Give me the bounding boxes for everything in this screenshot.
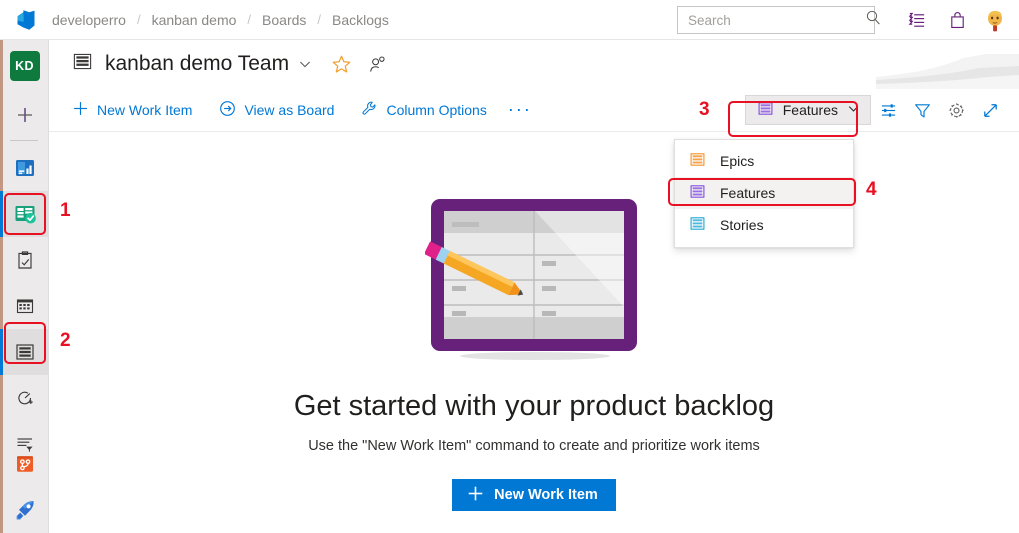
work-items-list-icon[interactable]	[897, 0, 937, 40]
boards-icon	[15, 206, 36, 224]
rail-add-button[interactable]	[0, 92, 49, 138]
arrow-circle-right-icon	[219, 100, 236, 120]
rail-bottom-group	[0, 441, 49, 533]
sidebar-item-pipelines[interactable]	[0, 487, 49, 533]
column-options-label: Column Options	[386, 101, 487, 118]
app-root: developerro / kanban demo / Boards / Bac…	[0, 0, 1019, 533]
backlog-levels-icon	[757, 100, 774, 120]
empty-state-subtitle: Use the "New Work Item" command to creat…	[308, 438, 760, 454]
breadcrumb-separator: /	[136, 12, 141, 27]
toolbar-right-actions: Features	[744, 88, 1007, 132]
empty-state-title: Get started with your product backlog	[293, 390, 775, 422]
breadcrumb: developerro / kanban demo / Boards / Bac…	[52, 12, 389, 28]
backlog-board-pencil-illustration	[423, 195, 643, 368]
sidebar-item-boards-grid[interactable]	[0, 283, 49, 329]
dropdown-item-stories[interactable]: Stories	[675, 209, 853, 241]
user-avatar[interactable]	[981, 6, 1009, 34]
left-nav-rail: KD	[0, 40, 49, 533]
breadcrumb-separator: /	[317, 12, 322, 27]
new-work-item-label: New Work Item	[97, 101, 193, 118]
azure-devops-logo-icon[interactable]	[0, 0, 52, 40]
boards-grid-icon	[16, 299, 33, 314]
annotation-number-1: 1	[60, 200, 71, 221]
top-header-actions	[677, 0, 1011, 40]
breadcrumb-boards[interactable]: Boards	[262, 12, 306, 28]
full-screen-expand-icon[interactable]	[973, 88, 1007, 132]
search-box[interactable]	[677, 6, 880, 34]
backlogs-icon	[15, 344, 34, 360]
sidebar-item-overview[interactable]	[0, 145, 49, 191]
search-icon[interactable]	[865, 9, 882, 31]
dropdown-item-features-label: Features	[720, 185, 776, 201]
breadcrumb-organization[interactable]: developerro	[52, 12, 126, 28]
rail-divider	[10, 140, 38, 141]
repos-icon	[16, 456, 33, 472]
view-as-board-button[interactable]: View as Board	[219, 100, 334, 120]
project-badge[interactable]: KD	[0, 40, 49, 92]
pipelines-rocket-icon	[16, 501, 34, 520]
search-input[interactable]	[688, 12, 865, 28]
annotation-number-2: 2	[60, 330, 71, 351]
overview-icon	[15, 160, 34, 176]
backlog-level-icon	[689, 151, 706, 171]
dropdown-item-epics[interactable]: Epics	[675, 145, 853, 177]
view-as-board-label: View as Board	[244, 101, 335, 118]
more-commands-button[interactable]: ···	[508, 99, 532, 120]
column-options-button[interactable]: Column Options	[361, 100, 487, 120]
person-add-icon[interactable]	[368, 55, 387, 74]
sidebar-item-backlogs[interactable]	[0, 329, 49, 375]
sidebar-item-work-items[interactable]	[0, 237, 49, 283]
backlog-level-dropdown: Epics Features Stories	[674, 139, 854, 248]
sparkline-graph-decoration	[868, 42, 1019, 89]
breadcrumb-separator: /	[247, 12, 252, 27]
chevron-down-icon[interactable]	[298, 57, 312, 71]
work-items-clipboard-icon	[17, 251, 32, 269]
annotation-number-3: 3	[699, 99, 710, 120]
backlog-level-icon	[689, 183, 706, 203]
settings-gear-icon[interactable]	[939, 88, 973, 132]
backlog-level-icon	[689, 215, 706, 235]
new-work-item-primary-button[interactable]: New Work Item	[452, 479, 616, 511]
filter-icon[interactable]	[905, 88, 939, 132]
dropdown-item-features[interactable]: Features	[675, 177, 853, 209]
command-toolbar: New Work Item View as Board Column Optio…	[49, 88, 1019, 132]
plus-icon	[72, 100, 89, 120]
main-content: kanban demo Team New Work Item View as B…	[49, 40, 1019, 533]
top-header-bar: developerro / kanban demo / Boards / Bac…	[0, 0, 1019, 40]
annotation-number-4: 4	[866, 179, 877, 200]
sidebar-item-repos[interactable]	[0, 441, 49, 487]
breadcrumb-project[interactable]: kanban demo	[152, 12, 237, 28]
wrench-icon	[361, 100, 378, 120]
breadcrumb-backlogs[interactable]: Backlogs	[332, 12, 389, 28]
backlog-levels-icon	[72, 51, 93, 77]
dropdown-item-stories-label: Stories	[720, 217, 764, 233]
plus-icon	[17, 108, 32, 122]
dropdown-item-epics-label: Epics	[720, 153, 755, 169]
star-icon[interactable]	[331, 54, 352, 75]
new-work-item-button[interactable]: New Work Item	[72, 100, 192, 120]
chevron-down-icon	[847, 102, 860, 118]
backlog-picker[interactable]: Features	[744, 95, 871, 125]
team-header: kanban demo Team	[49, 40, 1019, 89]
sidebar-item-boards[interactable]	[0, 191, 49, 237]
new-work-item-primary-label: New Work Item	[494, 487, 598, 503]
marketplace-bag-icon[interactable]	[937, 0, 977, 40]
backlog-picker-label: Features	[782, 102, 838, 118]
sprints-icon	[17, 391, 33, 405]
view-options-sliders-icon[interactable]	[871, 88, 905, 132]
sidebar-item-sprints[interactable]	[0, 375, 49, 421]
page-title: kanban demo Team	[105, 52, 290, 75]
project-badge-label: KD	[9, 51, 40, 81]
plus-icon	[467, 485, 484, 506]
